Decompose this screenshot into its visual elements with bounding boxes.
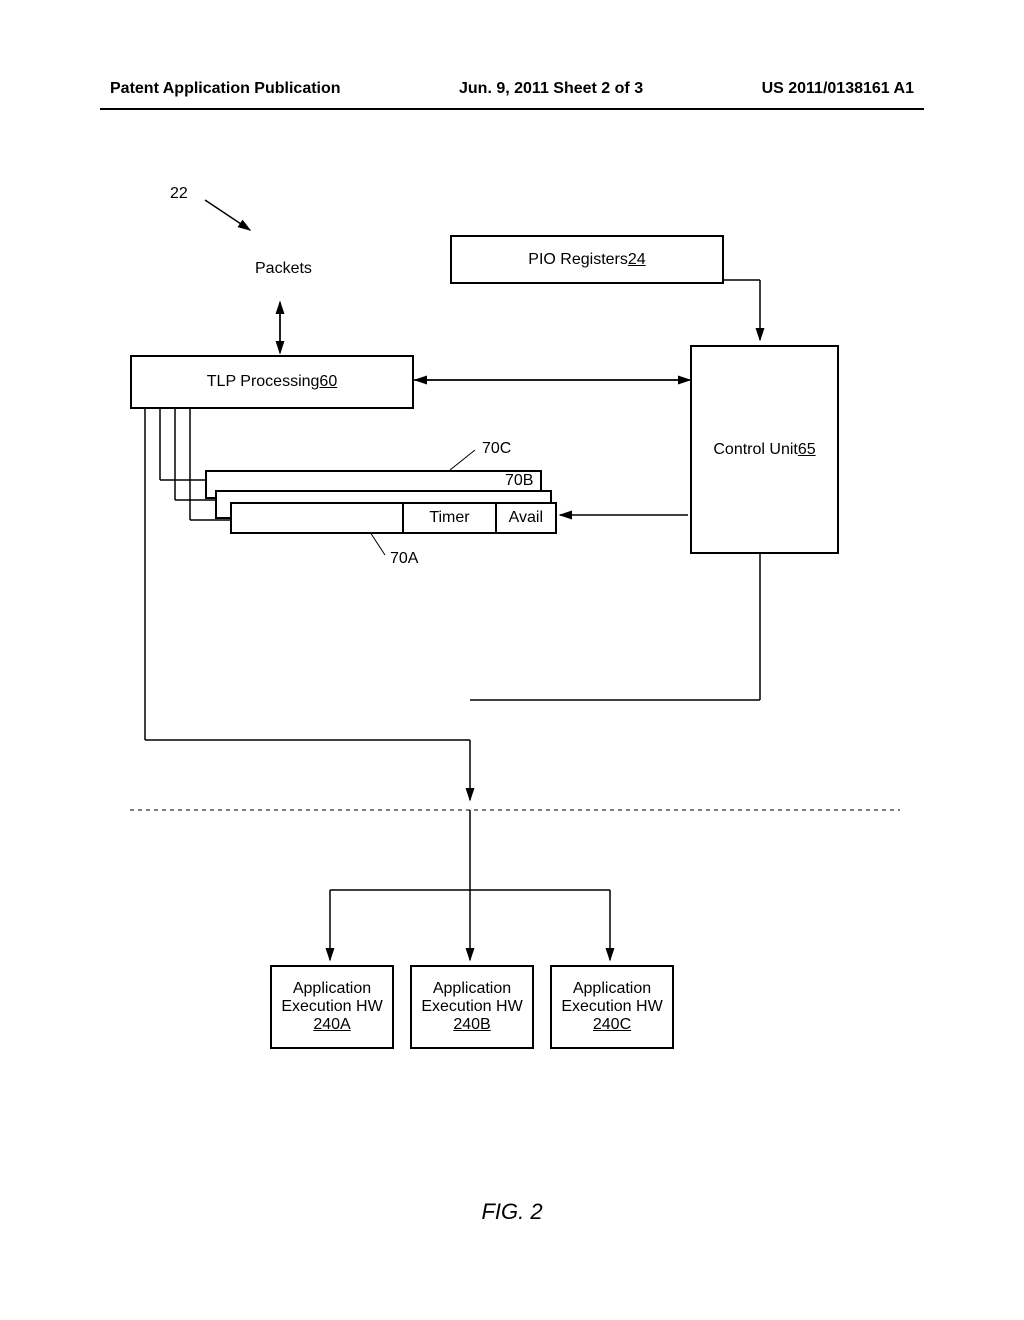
app-exec-c: Application Execution HW 240C	[550, 965, 674, 1049]
timer-label: Timer	[402, 504, 494, 532]
ref-70a: 70A	[390, 550, 418, 568]
control-unit-num: 65	[798, 441, 816, 459]
app-exec-a: Application Execution HW 240A	[270, 965, 394, 1049]
pio-registers-box: PIO Registers 24	[450, 235, 724, 284]
page-header: Patent Application Publication Jun. 9, 2…	[0, 80, 1024, 98]
tlp-label: TLP Processing	[207, 373, 320, 391]
ref-70c: 70C	[482, 440, 511, 458]
packets-label: Packets	[255, 260, 312, 278]
header-left: Patent Application Publication	[110, 80, 341, 98]
timer-row-a: Timer Avail	[230, 502, 557, 534]
pio-registers-num: 24	[628, 251, 646, 269]
ref-22: 22	[170, 185, 188, 203]
block-diagram: 22 Packets PIO Registers 24 TLP Processi…	[130, 160, 900, 1120]
pio-registers-label: PIO Registers	[528, 251, 628, 269]
app-exec-b: Application Execution HW 240B	[410, 965, 534, 1049]
control-unit-box: Control Unit 65	[690, 345, 839, 554]
header-right: US 2011/0138161 A1	[762, 80, 914, 98]
header-rule	[100, 108, 924, 110]
avail-label: Avail	[495, 504, 555, 532]
tlp-num: 60	[319, 373, 337, 391]
control-unit-label: Control Unit	[713, 441, 797, 459]
header-center: Jun. 9, 2011 Sheet 2 of 3	[459, 80, 643, 98]
tlp-processing-box: TLP Processing 60	[130, 355, 414, 409]
ref-70b: 70B	[505, 472, 533, 490]
figure-caption: FIG. 2	[0, 1199, 1024, 1225]
